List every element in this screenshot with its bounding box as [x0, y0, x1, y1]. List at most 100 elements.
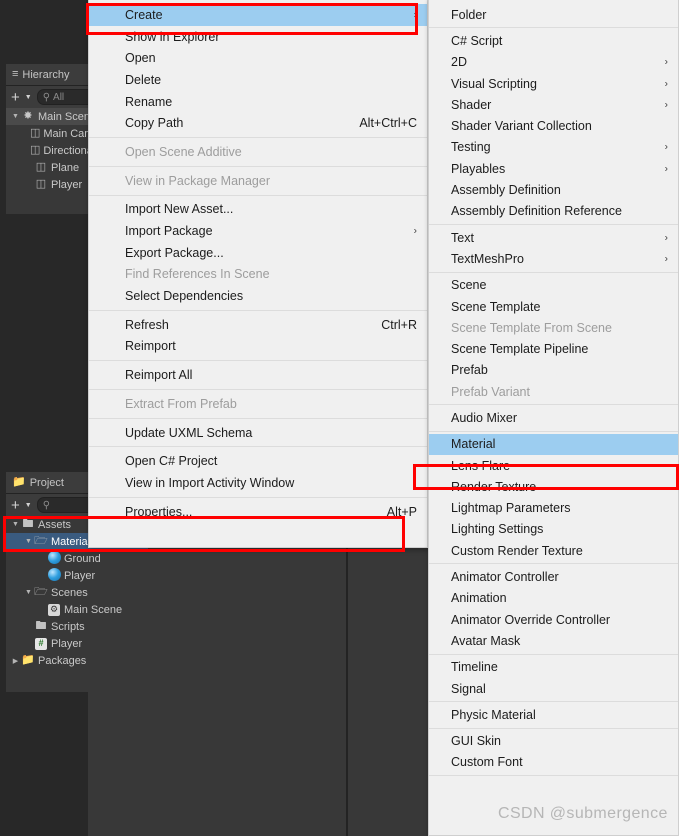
menu-item-label: Audio Mixer — [451, 410, 517, 425]
menu-item-export-package[interactable]: Export Package... — [89, 242, 427, 264]
submenu-item-physic-material[interactable]: Physic Material — [429, 704, 678, 725]
menu-item-label: Extract From Prefab — [125, 396, 237, 411]
submenu-item-visual-scripting[interactable]: Visual Scripting › — [429, 73, 678, 94]
chevron-down-icon[interactable]: ▼ — [10, 113, 21, 120]
menu-item-create[interactable]: Create › — [89, 4, 427, 26]
submenu-item-scene[interactable]: Scene — [429, 275, 678, 296]
project-add-button[interactable]: + — [11, 498, 20, 513]
menu-item-properties[interactable]: Properties... Alt+P — [89, 501, 427, 523]
submenu-item-animator-controller[interactable]: Animator Controller — [429, 566, 678, 587]
submenu-item-lens-flare[interactable]: Lens Flare — [429, 455, 678, 476]
chevron-down-icon[interactable]: ▼ — [25, 94, 32, 101]
chevron-down-icon[interactable]: ▼ — [10, 521, 21, 528]
chevron-down-icon[interactable]: ▼ — [23, 538, 34, 545]
submenu-item-material[interactable]: Material — [429, 433, 678, 455]
tree-row[interactable]: ▼Player — [6, 567, 148, 584]
menu-separator — [429, 404, 678, 406]
tree-row[interactable]: ▼◫Directional Light — [6, 142, 122, 159]
hierarchy-add-button[interactable]: + — [11, 90, 20, 105]
chevron-right-icon[interactable]: ▶ — [10, 657, 21, 665]
watermark-text: CSDN @submergence — [498, 805, 668, 822]
tree-row[interactable]: ▼ ✸ Main Scene — [6, 108, 101, 125]
hierarchy-icon: ≡ — [12, 68, 19, 80]
menu-item-label: Copy Path — [125, 116, 184, 131]
submenu-item-timeline[interactable]: Timeline — [429, 657, 678, 678]
submenu-item-audio-mixer[interactable]: Audio Mixer — [429, 407, 678, 428]
menu-item-refresh[interactable]: Refresh Ctrl+R — [89, 314, 427, 336]
submenu-item-text[interactable]: Text › — [429, 227, 678, 248]
submenu-item-animation[interactable]: Animation — [429, 588, 678, 609]
submenu-item-gui-skin[interactable]: GUI Skin — [429, 731, 678, 752]
submenu-item-lightmap-parameters[interactable]: Lightmap Parameters — [429, 498, 678, 519]
submenu-item-signal[interactable]: Signal — [429, 678, 678, 699]
menu-item-label: Animator Override Controller — [451, 612, 611, 627]
menu-item-show-in-explorer[interactable]: Show in Explorer — [89, 26, 427, 48]
folder-solid-icon: 📁 — [21, 654, 35, 666]
submenu-item-custom-font[interactable]: Custom Font — [429, 752, 678, 773]
menu-item-import-package[interactable]: Import Package › — [89, 220, 427, 242]
tree-row[interactable]: ▼◫Player — [6, 176, 101, 193]
submenu-item-testing[interactable]: Testing › — [429, 137, 678, 158]
submenu-item-assembly-definition[interactable]: Assembly Definition — [429, 179, 678, 200]
submenu-item-avatar-mask[interactable]: Avatar Mask — [429, 630, 678, 651]
create-submenu[interactable]: Folder C# Script 2D › Visual Scripting › Shade… — [428, 0, 679, 836]
tree-row[interactable]: ▼⚙Main Scene — [6, 601, 148, 618]
menu-separator — [429, 653, 678, 655]
submenu-item-2d[interactable]: 2D › — [429, 52, 678, 73]
tree-row[interactable]: ▼#Player — [6, 635, 148, 652]
tree-row[interactable]: ▼Ground — [6, 550, 148, 567]
menu-item-update-uxml-schema[interactable]: Update UXML Schema — [89, 422, 427, 444]
menu-separator — [429, 775, 678, 777]
tree-row-label: Plane — [51, 161, 80, 174]
submenu-item-lighting-settings[interactable]: Lighting Settings — [429, 519, 678, 540]
menu-item-extract-from-prefab: Extract From Prefab — [89, 393, 427, 415]
submenu-item-textmeshpro[interactable]: TextMeshPro › — [429, 248, 678, 269]
menu-item-select-dependencies[interactable]: Select Dependencies — [89, 285, 427, 307]
tree-row-label: Player — [51, 637, 83, 650]
menu-item-label: Refresh — [125, 317, 169, 332]
submenu-item-folder[interactable]: Folder — [429, 4, 678, 25]
menu-item-label: Open Scene Additive — [125, 144, 242, 159]
tree-row[interactable]: ▶ 📁 Packages — [6, 652, 148, 669]
tree-row[interactable]: ▼◫Main Camera — [6, 125, 109, 142]
chevron-right-icon: › — [664, 232, 668, 244]
submenu-item-shader[interactable]: Shader › — [429, 94, 678, 115]
submenu-item-prefab[interactable]: Prefab — [429, 360, 678, 381]
menu-item-import-new-asset[interactable]: Import New Asset... — [89, 199, 427, 221]
menu-separator — [89, 194, 427, 196]
hierarchy-tab[interactable]: ≡ Hierarchy — [6, 64, 101, 86]
menu-item-label: Reimport All — [125, 368, 193, 383]
submenu-item-playables[interactable]: Playables › — [429, 158, 678, 179]
chevron-down-icon[interactable]: ▼ — [25, 502, 32, 509]
project-context-menu[interactable]: Create › Show in Explorer Open Delete Rename C… — [88, 0, 428, 548]
submenu-item-c-script[interactable]: C# Script — [429, 30, 678, 51]
submenu-item-custom-render-texture[interactable]: Custom Render Texture — [429, 540, 678, 561]
submenu-item-animator-override-controller[interactable]: Animator Override Controller — [429, 609, 678, 630]
menu-item-label: Rename — [125, 94, 173, 109]
menu-item-reimport-all[interactable]: Reimport All — [89, 364, 427, 386]
menu-item-copy-path[interactable]: Copy Path Alt+Ctrl+C — [89, 112, 427, 134]
menu-item-label: Render Texture — [451, 479, 537, 494]
submenu-item-scene-template-pipeline[interactable]: Scene Template Pipeline — [429, 338, 678, 359]
menu-item-label: Import New Asset... — [125, 202, 234, 217]
tree-row[interactable]: ▼◫Plane — [6, 159, 101, 176]
submenu-item-assembly-definition-reference[interactable]: Assembly Definition Reference — [429, 201, 678, 222]
menu-item-rename[interactable]: Rename — [89, 91, 427, 113]
menu-item-label: Reimport — [125, 339, 176, 354]
hierarchy-window: ≡ Hierarchy + ▼ ⚲ All ▼✸Main Scene▼◫Main… — [6, 64, 122, 214]
submenu-item-render-texture[interactable]: Render Texture — [429, 476, 678, 497]
tree-row[interactable]: ▼ 🗁 Scenes — [6, 584, 148, 601]
menu-item-label: Scene — [451, 278, 487, 293]
menu-item-open[interactable]: Open — [89, 47, 427, 69]
menu-item-delete[interactable]: Delete — [89, 69, 427, 91]
menu-item-view-in-import-activity-window[interactable]: View in Import Activity Window — [89, 472, 427, 494]
menu-item-label: Prefab Variant — [451, 384, 530, 399]
menu-item-label: Properties... — [125, 504, 193, 519]
menu-item-reimport[interactable]: Reimport — [89, 336, 427, 358]
chevron-down-icon[interactable]: ▼ — [23, 589, 34, 596]
tree-row-label: Player — [64, 569, 96, 582]
submenu-item-scene-template[interactable]: Scene Template — [429, 296, 678, 317]
tree-row[interactable]: ▼🖿Scripts — [6, 618, 148, 635]
submenu-item-shader-variant-collection[interactable]: Shader Variant Collection — [429, 115, 678, 136]
menu-item-open-c-project[interactable]: Open C# Project — [89, 450, 427, 472]
